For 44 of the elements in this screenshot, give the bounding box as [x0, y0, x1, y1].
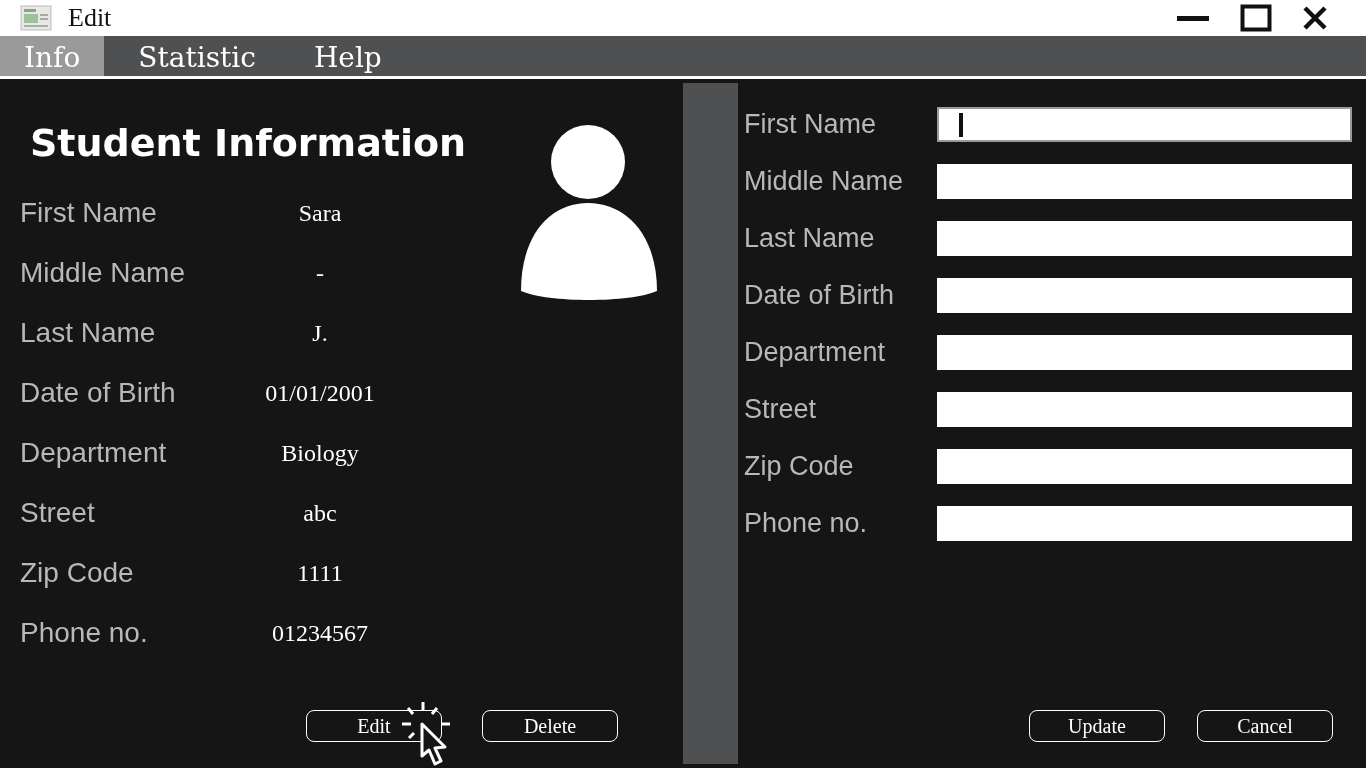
field-label: Street [743, 394, 818, 425]
input-field[interactable] [937, 392, 1352, 427]
field-value: - [315, 259, 325, 287]
field-label: Zip Code [743, 451, 855, 482]
field-value: 01234567 [271, 619, 369, 647]
section-heading: Student Information [30, 121, 468, 165]
field-value: Biology [280, 439, 360, 467]
field-label: First Name [19, 197, 158, 229]
field-value: Sara [297, 199, 343, 227]
action-button[interactable]: Delete [482, 710, 618, 742]
window-title: Edit [68, 3, 112, 33]
input-field[interactable] [937, 449, 1352, 484]
field-label: Date of Birth [19, 377, 177, 409]
field-label: Date of Birth [743, 280, 896, 311]
avatar-silhouette-icon [520, 125, 658, 301]
field-label: Last Name [743, 223, 876, 254]
input-field[interactable] [937, 506, 1352, 541]
field-label: Phone no. [743, 508, 869, 539]
menu-tab[interactable]: Statistic [114, 36, 280, 76]
input-field[interactable] [937, 221, 1352, 256]
field-value: 1111 [296, 559, 344, 587]
field-label: Middle Name [19, 257, 186, 289]
close-icon[interactable] [1302, 5, 1328, 31]
field-value: abc [302, 499, 338, 527]
input-field[interactable] [937, 164, 1352, 199]
field-value: 01/01/2001 [264, 379, 376, 407]
menu-tab[interactable]: Help [289, 36, 406, 76]
field-label: Street [19, 497, 96, 529]
maximize-icon[interactable] [1240, 4, 1272, 32]
field-label: Last Name [19, 317, 157, 349]
text-caret [959, 112, 963, 137]
field-label: First Name [743, 109, 877, 140]
newspaper-icon [20, 5, 52, 31]
action-button[interactable]: Cancel [1197, 710, 1333, 742]
field-label: Phone no. [19, 617, 149, 649]
field-label: Department [19, 437, 168, 469]
field-value: J. [311, 319, 329, 347]
input-field[interactable] [937, 278, 1352, 313]
field-label: Middle Name [743, 166, 905, 197]
input-field[interactable] [937, 335, 1352, 370]
field-label: Zip Code [19, 557, 135, 589]
input-field[interactable] [937, 107, 1352, 142]
action-button[interactable]: Update [1029, 710, 1165, 742]
field-label: Department [743, 337, 887, 368]
